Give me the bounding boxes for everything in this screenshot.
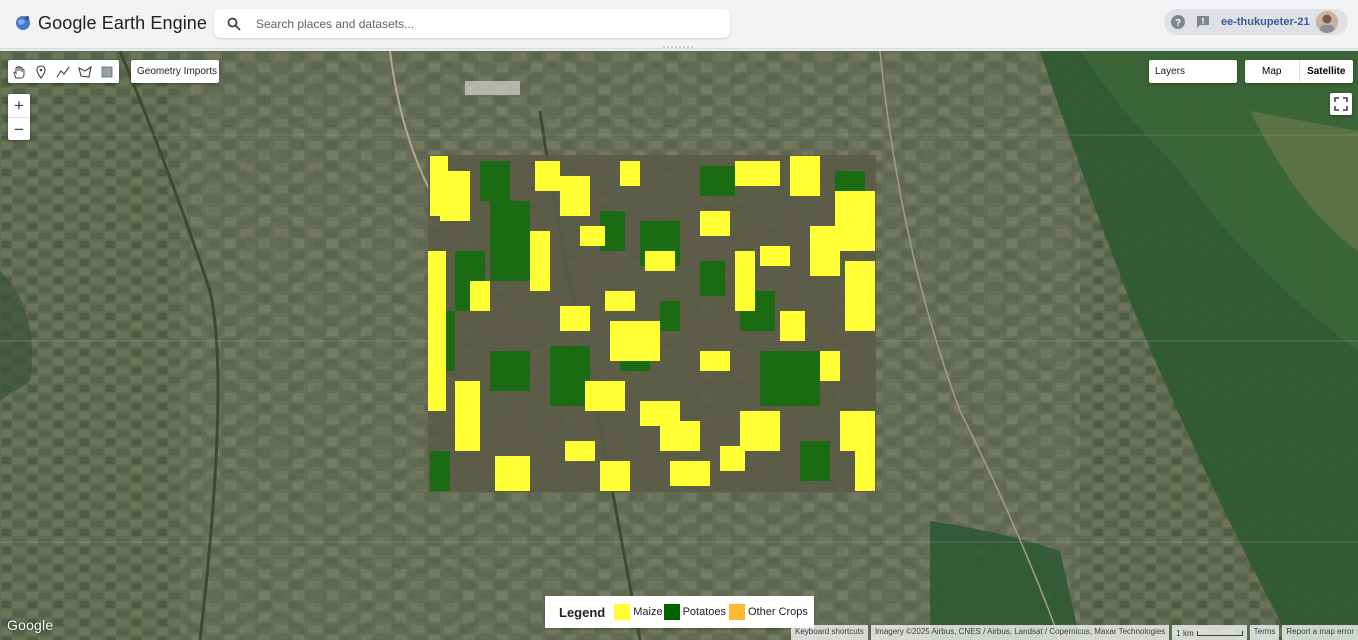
line-tool[interactable] xyxy=(52,60,74,83)
legend-panel: Legend Maize Potatoes Other Crops xyxy=(545,596,814,628)
polygon-tool[interactable] xyxy=(74,60,96,83)
fullscreen-icon xyxy=(1334,97,1348,111)
search-input[interactable] xyxy=(254,15,698,32)
earth-engine-logo-icon xyxy=(16,16,30,30)
avatar[interactable] xyxy=(1315,11,1338,33)
legend-label-other-crops: Other Crops xyxy=(748,606,808,618)
zoom-in-button[interactable]: + xyxy=(8,94,30,117)
report-map-error-link[interactable]: Report a map error xyxy=(1282,625,1358,640)
account-bar: ? ee-thukupeter-21 xyxy=(1164,9,1348,35)
legend-swatch-maize xyxy=(614,604,631,620)
avatar-image xyxy=(1315,11,1338,33)
drawing-toolbar xyxy=(8,60,119,83)
app-logo[interactable]: Google Earth Engine xyxy=(14,11,207,35)
zoom-out-button[interactable]: − xyxy=(8,118,30,141)
pan-tool[interactable] xyxy=(8,60,30,83)
account-username[interactable]: ee-thukupeter-21 xyxy=(1221,16,1310,28)
feedback-icon[interactable] xyxy=(1195,14,1211,30)
map-canvas[interactable]: Geometry Imports Layers Map Satellite + … xyxy=(0,51,1358,640)
fullscreen-button[interactable] xyxy=(1330,93,1352,115)
scale-label: 1 km xyxy=(1176,629,1194,638)
rectangle-icon xyxy=(101,66,113,77)
panel-resize-handle[interactable] xyxy=(661,45,695,49)
keyboard-shortcuts-link[interactable]: Keyboard shortcuts xyxy=(791,625,868,640)
app-title: Google Earth Engine xyxy=(38,12,208,33)
google-logo[interactable]: Google xyxy=(7,617,53,633)
terms-link[interactable]: Terms xyxy=(1249,625,1280,640)
rectangle-tool[interactable] xyxy=(96,60,118,83)
imagery-attribution: Imagery ©2025 Airbus, CNES / Airbus, Lan… xyxy=(870,625,1170,640)
hand-icon xyxy=(13,65,25,78)
top-bar: Google Earth Engine ? ee-thukupeter-21 xyxy=(0,0,1358,49)
map-type-satellite-button[interactable]: Satellite xyxy=(1298,60,1354,83)
layers-button[interactable]: Layers xyxy=(1149,60,1237,83)
point-tool[interactable] xyxy=(30,60,52,83)
polygon-icon xyxy=(78,65,92,78)
crop-classification-overlay xyxy=(428,155,876,492)
map-type-toggle: Map Satellite xyxy=(1245,60,1353,83)
legend-swatch-other-crops xyxy=(729,604,745,620)
satellite-imagery xyxy=(0,51,1358,640)
map-attribution-bar: Keyboard shortcuts Imagery ©2025 Airbus,… xyxy=(788,625,1358,640)
help-icon[interactable]: ? xyxy=(1170,14,1186,30)
map-type-map-button[interactable]: Map xyxy=(1245,60,1299,83)
zoom-control: + − xyxy=(8,94,30,140)
point-icon xyxy=(36,64,46,79)
search-icon xyxy=(227,17,241,31)
legend-title: Legend xyxy=(559,604,606,620)
geometry-imports-button[interactable]: Geometry Imports xyxy=(131,60,219,83)
svg-text:?: ? xyxy=(1175,18,1181,29)
layers-label: Layers xyxy=(1155,66,1186,77)
search-box[interactable] xyxy=(214,9,730,38)
geometry-imports-label: Geometry Imports xyxy=(137,66,218,77)
map-scale[interactable]: 1 km xyxy=(1172,625,1247,640)
legend-label-maize: Maize xyxy=(633,606,663,618)
legend-label-potatoes: Potatoes xyxy=(682,606,726,618)
line-icon xyxy=(56,66,70,77)
legend-swatch-potatoes xyxy=(663,604,680,620)
scale-bar xyxy=(1196,631,1243,636)
